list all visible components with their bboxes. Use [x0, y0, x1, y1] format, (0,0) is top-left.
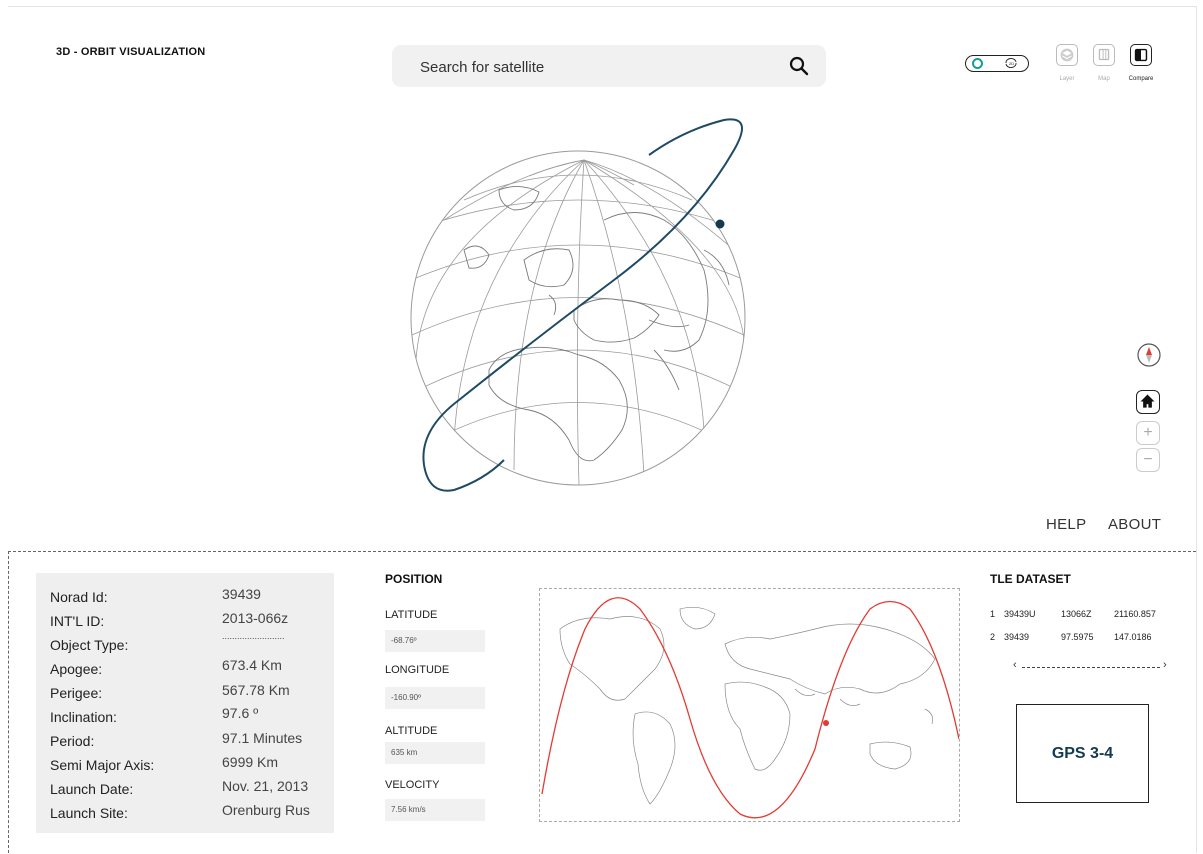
info-value: .........................	[222, 631, 285, 641]
ground-track-marker[interactable]	[823, 720, 829, 726]
map-label: Map	[1098, 76, 1110, 82]
globe-view[interactable]	[404, 110, 774, 510]
latitude-value: -68.76º	[385, 630, 485, 652]
tle-line-number: 2	[990, 632, 996, 642]
help-link[interactable]: HELP	[1046, 516, 1086, 533]
zoom-in-button[interactable]: +	[1136, 421, 1160, 445]
info-value: 673.4 Km	[222, 657, 282, 673]
longitude-value: -160.90º	[385, 687, 485, 709]
compare-icon	[1134, 48, 1148, 62]
tle-cell: 147.0186	[1114, 632, 1152, 642]
info-value: 567.78 Km	[222, 682, 290, 698]
satellite-name-card: GPS 3-4	[1016, 704, 1149, 803]
info-value: Nov. 21, 2013	[222, 778, 309, 794]
info-label: Period:	[50, 733, 95, 749]
view-mode-toggle[interactable]: 2D	[965, 55, 1029, 72]
position-heading: POSITION	[385, 572, 443, 586]
tle-cell: 13066Z	[1061, 609, 1092, 619]
info-value: Orenburg Rus	[222, 802, 310, 818]
map-icon	[1098, 48, 1110, 61]
info-value: 2013-066z	[222, 610, 289, 626]
tle-heading: TLE DATASET	[990, 572, 1071, 586]
satellite-marker[interactable]	[715, 219, 725, 229]
info-value: 39439	[222, 586, 261, 602]
layers-icon	[1060, 48, 1074, 62]
ground-track-path	[541, 597, 960, 819]
info-label: Semi Major Axis:	[50, 757, 155, 773]
info-value: 6999 Km	[222, 754, 279, 770]
map-button[interactable]	[1093, 44, 1115, 66]
map-continents	[559, 607, 936, 805]
home-icon	[1140, 394, 1155, 408]
compare-label: Compare	[1128, 76, 1154, 82]
info-value: 97.6 º	[222, 705, 259, 721]
altitude-value: 635 km	[385, 742, 485, 764]
search-bar	[392, 45, 826, 89]
info-label: Apogee:	[50, 661, 103, 677]
info-label: Perigee:	[50, 685, 103, 701]
info-label: Launch Site:	[50, 805, 128, 821]
compare-button[interactable]	[1130, 44, 1152, 66]
info-label: Object Type:	[50, 637, 129, 653]
tle-cell: 97.5975	[1061, 632, 1094, 642]
satellite-info-panel: Norad Id: 39439 INT'L ID: 2013-066z Obje…	[36, 573, 334, 833]
tle-cell: 39439	[1004, 632, 1030, 642]
info-label: Inclination:	[50, 709, 117, 725]
info-label: INT'L ID:	[50, 613, 105, 629]
home-button[interactable]	[1136, 390, 1160, 414]
world-map	[541, 597, 960, 819]
app-title: 3D - ORBIT VISUALIZATION	[56, 46, 206, 58]
search-input[interactable]	[418, 45, 782, 89]
info-label: Launch Date:	[50, 781, 134, 797]
info-label: Norad Id:	[50, 589, 108, 605]
toggle-knob	[972, 57, 983, 69]
info-value: 97.1 Minutes	[222, 730, 303, 746]
about-link[interactable]: ABOUT	[1108, 516, 1161, 533]
tle-cell: 39439U	[1004, 609, 1036, 619]
layer-label: Layer	[1059, 76, 1075, 82]
toggle-label: 2D	[1009, 61, 1014, 66]
velocity-label: VELOCITY	[385, 779, 440, 791]
satellite-name: GPS 3-4	[1051, 744, 1114, 762]
velocity-value: 7.56 km/s	[385, 799, 485, 821]
tle-line-number: 1	[990, 609, 996, 619]
altitude-label: ALTITUDE	[385, 725, 438, 737]
2d-3d-toggle-icon: 2D	[1005, 58, 1017, 68]
tle-scroll-right[interactable]: ›	[1163, 659, 1167, 671]
search-icon[interactable]	[788, 55, 810, 77]
tle-scrollbar[interactable]	[1022, 667, 1160, 668]
tle-cell: 21160.857	[1114, 609, 1156, 619]
ground-track-map[interactable]	[539, 588, 960, 822]
orbit-path-lower	[423, 459, 505, 492]
layer-button[interactable]	[1056, 44, 1078, 66]
zoom-out-button[interactable]: −	[1136, 448, 1160, 472]
tle-scroll-left[interactable]: ‹	[1013, 659, 1017, 671]
longitude-label: LONGITUDE	[385, 664, 450, 676]
compass-icon[interactable]	[1136, 342, 1162, 368]
latitude-label: LATITUDE	[385, 609, 438, 621]
